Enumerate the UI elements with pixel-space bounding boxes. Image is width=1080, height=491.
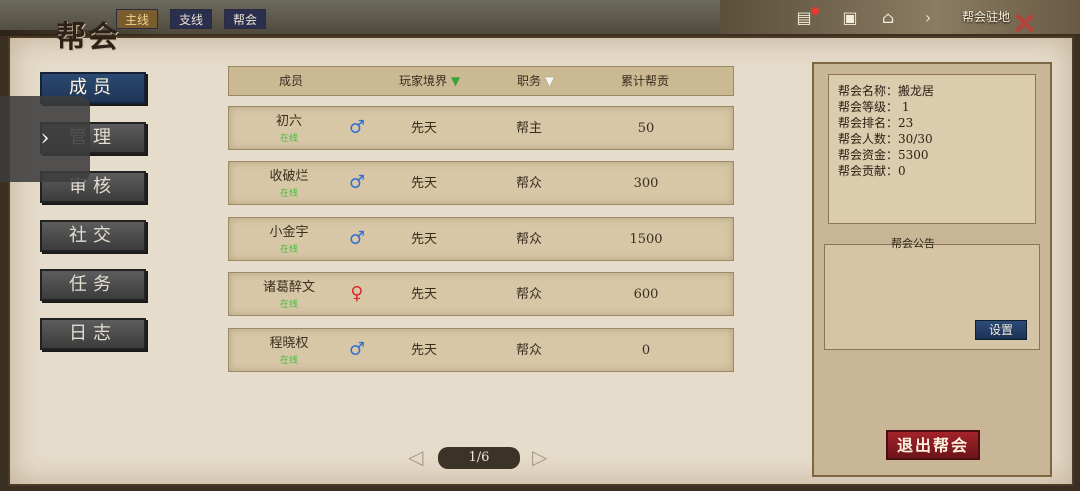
guild-contribution: 帮会贡献：0 bbox=[838, 164, 906, 178]
table-row[interactable]: 程晓权 在线 ♂ 先天 帮众 0 bbox=[228, 328, 734, 372]
member-name: 诸葛醉文 bbox=[262, 280, 315, 295]
member-role: 帮众 bbox=[515, 287, 542, 302]
member-name: 程晓权 bbox=[269, 336, 309, 351]
header-member: 成员 bbox=[279, 74, 304, 88]
table-row[interactable]: 小金宇 在线 ♂ 先天 帮众 1500 bbox=[228, 217, 734, 261]
online-status: 在线 bbox=[279, 356, 298, 366]
header-role[interactable]: 职务 ▼ bbox=[517, 67, 554, 95]
member-name: 小金宇 bbox=[269, 225, 309, 240]
online-status: 在线 bbox=[279, 134, 298, 144]
guild-base-label[interactable]: 帮会驻地 bbox=[962, 8, 1010, 25]
member-realm: 先天 bbox=[410, 121, 437, 136]
side-drawer-handle[interactable]: › bbox=[0, 96, 90, 182]
member-contribution: 300 bbox=[633, 176, 659, 191]
member-realm: 先天 bbox=[410, 287, 437, 302]
member-realm: 先天 bbox=[410, 232, 437, 247]
male-icon: ♂ bbox=[348, 117, 366, 138]
male-icon: ♂ bbox=[348, 339, 366, 360]
member-role: 帮众 bbox=[515, 232, 542, 247]
member-contribution: 1500 bbox=[629, 232, 663, 247]
member-contribution: 600 bbox=[633, 287, 659, 302]
table-row[interactable]: 诸葛醉文 在线 ♀ 先天 帮众 600 bbox=[228, 272, 734, 316]
chevron-right-icon[interactable]: › bbox=[916, 6, 940, 30]
online-status: 在线 bbox=[279, 189, 298, 199]
nav-social[interactable]: 社交 bbox=[40, 220, 146, 252]
page-title: 帮会 bbox=[56, 20, 120, 55]
male-icon: ♂ bbox=[348, 172, 366, 193]
header-realm[interactable]: 玩家境界 ▼ bbox=[399, 67, 460, 95]
online-status: 在线 bbox=[279, 245, 298, 255]
header-role-label: 职务 bbox=[517, 74, 542, 88]
guild-funds: 帮会资金：5300 bbox=[838, 148, 929, 162]
table-row[interactable]: 收破烂 在线 ♂ 先天 帮众 300 bbox=[228, 161, 734, 205]
header-realm-label: 玩家境界 bbox=[399, 74, 448, 88]
prev-page-icon[interactable]: ◁ bbox=[408, 446, 423, 468]
member-contribution: 0 bbox=[641, 343, 651, 358]
guild-level: 帮会等级： 1 bbox=[838, 100, 910, 114]
header-contribution: 累计帮贡 bbox=[621, 74, 670, 88]
guild-name: 帮会名称：搬龙居 bbox=[838, 84, 935, 98]
guild-members: 帮会人数：30/30 bbox=[838, 132, 933, 146]
tab-guild[interactable]: 帮会 bbox=[224, 9, 267, 29]
nav-log[interactable]: 日志 bbox=[40, 318, 146, 350]
tab-side-quest[interactable]: 支线 bbox=[170, 9, 213, 29]
member-name: 初六 bbox=[275, 114, 302, 129]
sort-down-icon[interactable]: ▼ bbox=[451, 74, 460, 88]
table-row[interactable]: 初六 在线 ♂ 先天 帮主 50 bbox=[228, 106, 734, 150]
notice-title: 帮会公告 bbox=[891, 237, 935, 250]
male-icon: ♂ bbox=[348, 228, 366, 249]
set-notice-button[interactable]: 设置 bbox=[975, 320, 1027, 340]
nav-tasks[interactable]: 任务 bbox=[40, 269, 146, 301]
pagoda-icon[interactable]: ⌂ bbox=[876, 6, 900, 30]
female-icon: ♀ bbox=[350, 283, 364, 304]
member-role: 帮众 bbox=[515, 176, 542, 191]
leave-guild-button[interactable]: 退出帮会 bbox=[886, 430, 980, 460]
member-role: 帮主 bbox=[515, 121, 542, 136]
member-realm: 先天 bbox=[410, 176, 437, 191]
tab-main-quest[interactable]: 主线 bbox=[116, 9, 159, 29]
page-indicator: 1/6 bbox=[438, 447, 520, 469]
bag-icon[interactable]: ▣ bbox=[838, 6, 862, 30]
notification-dot bbox=[811, 7, 819, 15]
table-header: 成员 玩家境界 ▼ 职务 ▼ 累计帮贡 bbox=[228, 66, 734, 96]
member-role: 帮众 bbox=[515, 343, 542, 358]
member-realm: 先天 bbox=[410, 343, 437, 358]
chevron-right-icon: › bbox=[40, 126, 50, 151]
online-status: 在线 bbox=[279, 300, 298, 310]
member-name: 收破烂 bbox=[269, 169, 309, 184]
guild-rank: 帮会排名：23 bbox=[838, 116, 914, 130]
next-page-icon[interactable]: ▷ bbox=[532, 446, 547, 468]
member-contribution: 50 bbox=[637, 121, 655, 136]
sort-down-icon[interactable]: ▼ bbox=[545, 74, 554, 88]
